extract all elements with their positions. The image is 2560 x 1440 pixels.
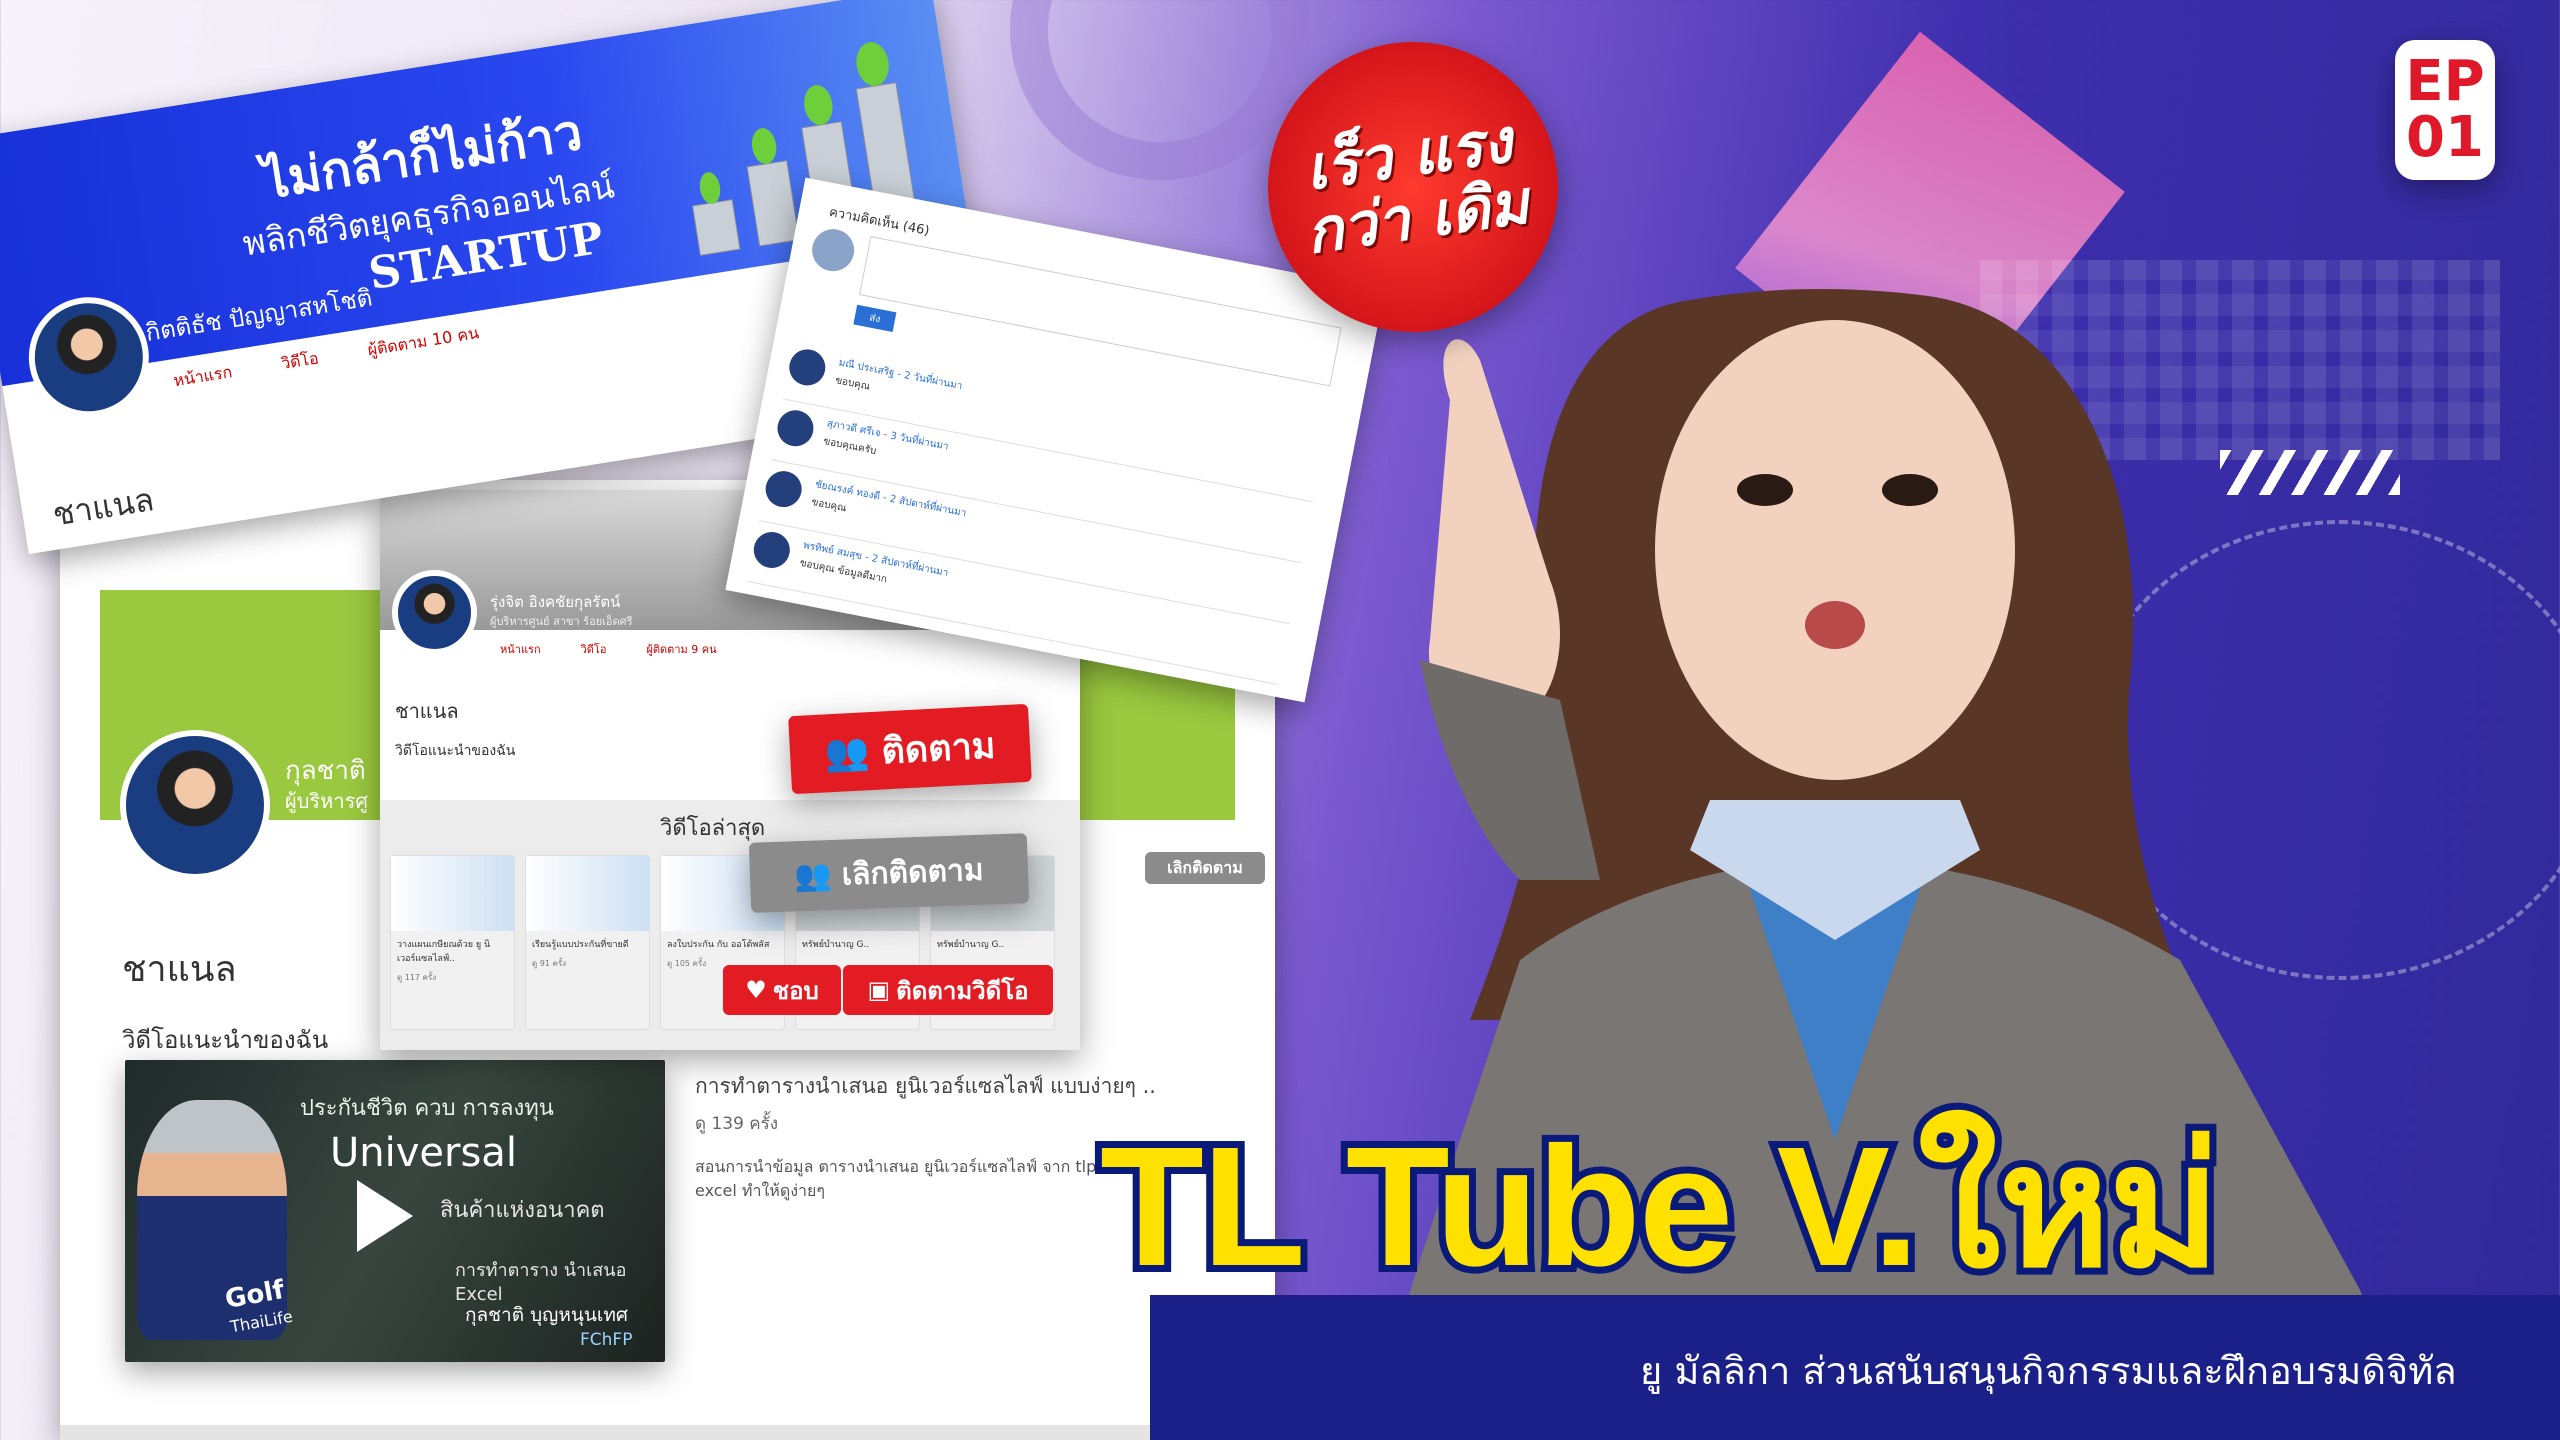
- like-button[interactable]: ♥ ชอบ: [723, 965, 841, 1015]
- video-card[interactable]: วางแผนเกษียณด้วย ยู นิเวอร์แซลไลฟ์.. ดู 1…: [390, 855, 515, 1030]
- nav-followers[interactable]: ผู้ติดตาม 9 คน: [646, 640, 716, 658]
- users-icon: 👥: [793, 857, 833, 894]
- thumb-cert: FChFP: [580, 1330, 633, 1350]
- section-heading: ชาแนล: [395, 699, 459, 723]
- recommended-heading: วิดีโอแนะนำของฉัน: [395, 743, 516, 759]
- video-player[interactable]: ประกันชีวิต ควบ การลงทุน Universal สินค้…: [125, 1060, 665, 1362]
- thumb-text-line3: การทำตาราง นำเสนอ Excel: [455, 1260, 627, 1305]
- nav-followers[interactable]: ผู้ติดตาม 10 คน: [366, 321, 481, 363]
- section-heading: ชาแนล: [122, 949, 237, 990]
- nav-videos[interactable]: วิดีโอ: [581, 640, 607, 658]
- channel-owner-name: รุ่งจิต อิงคชัยกุลรัตน์: [490, 593, 621, 611]
- play-icon[interactable]: [357, 1180, 413, 1252]
- avatar: [392, 570, 477, 655]
- folder-plus-icon: ▣: [867, 976, 891, 1004]
- send-button[interactable]: ส่ง: [853, 304, 897, 333]
- video-description: สอนการนำข้อมูล ตารางนำเสนอ ยูนิเวอร์แซลไ…: [695, 1157, 1113, 1200]
- channel-owner-name: กิตติธัช ปัญญาสหโชติ: [143, 283, 375, 347]
- view-count: ดู 139 ครั้ง: [695, 1114, 779, 1134]
- episode-tag: EP 01: [2395, 40, 2495, 180]
- episode-number: 01: [2406, 105, 2484, 170]
- unfollow-button[interactable]: 👥 เลิกติดตาม: [748, 833, 1030, 913]
- thumb-presenter: กุลชาติ บุญหนุนเทศ: [465, 1304, 628, 1326]
- nav-home[interactable]: หน้าแรก: [172, 360, 234, 394]
- thumb-text-line2: สินค้าแห่งอนาคต: [440, 1198, 605, 1223]
- subtitle: ยู มัลลิกา ส่วนสนับสนุนกิจกรรมและฝึกอบรม…: [1640, 1349, 2457, 1393]
- nav-home[interactable]: หน้าแรก: [500, 640, 541, 658]
- main-title: TL Tube V.ใหม่: [1093, 1105, 2228, 1309]
- thumb-brand: Universal: [330, 1130, 517, 1176]
- thumb-text-line1: ประกันชีวิต ควบ การลงทุน: [300, 1096, 554, 1121]
- latest-heading: วิดีโอล่าสุด: [660, 816, 766, 841]
- user-icon: [808, 225, 858, 275]
- heart-icon: ♥: [745, 976, 767, 1004]
- channel-owner-role: ผู้บริหารศูนย์ สาขา ร้อยเอ็ดศรี: [490, 615, 633, 628]
- channel-nav: หน้าแรก วิดีโอ ผู้ติดตาม 9 คน: [500, 640, 717, 658]
- follow-video-button[interactable]: ▣ ติดตามวิดีโอ: [843, 965, 1053, 1015]
- page-footer: [60, 1425, 1275, 1440]
- follow-button[interactable]: 👥 ติดตาม: [788, 703, 1032, 795]
- section-heading: ชาแนล: [50, 480, 157, 534]
- recommended-heading: วิดีโอแนะนำของฉัน: [122, 1026, 329, 1054]
- nav-videos[interactable]: วิดีโอ: [279, 347, 320, 378]
- avatar: [120, 730, 270, 880]
- video-card[interactable]: เรียนรู้แบบประกันที่ขายดี ดู 91 ครั้ง: [525, 855, 650, 1030]
- episode-label: EP: [2405, 49, 2485, 114]
- channel-owner-role: ผู้บริหารศู: [285, 789, 369, 813]
- users-icon: 👥: [823, 731, 871, 775]
- decor-circle: [1010, 0, 1310, 180]
